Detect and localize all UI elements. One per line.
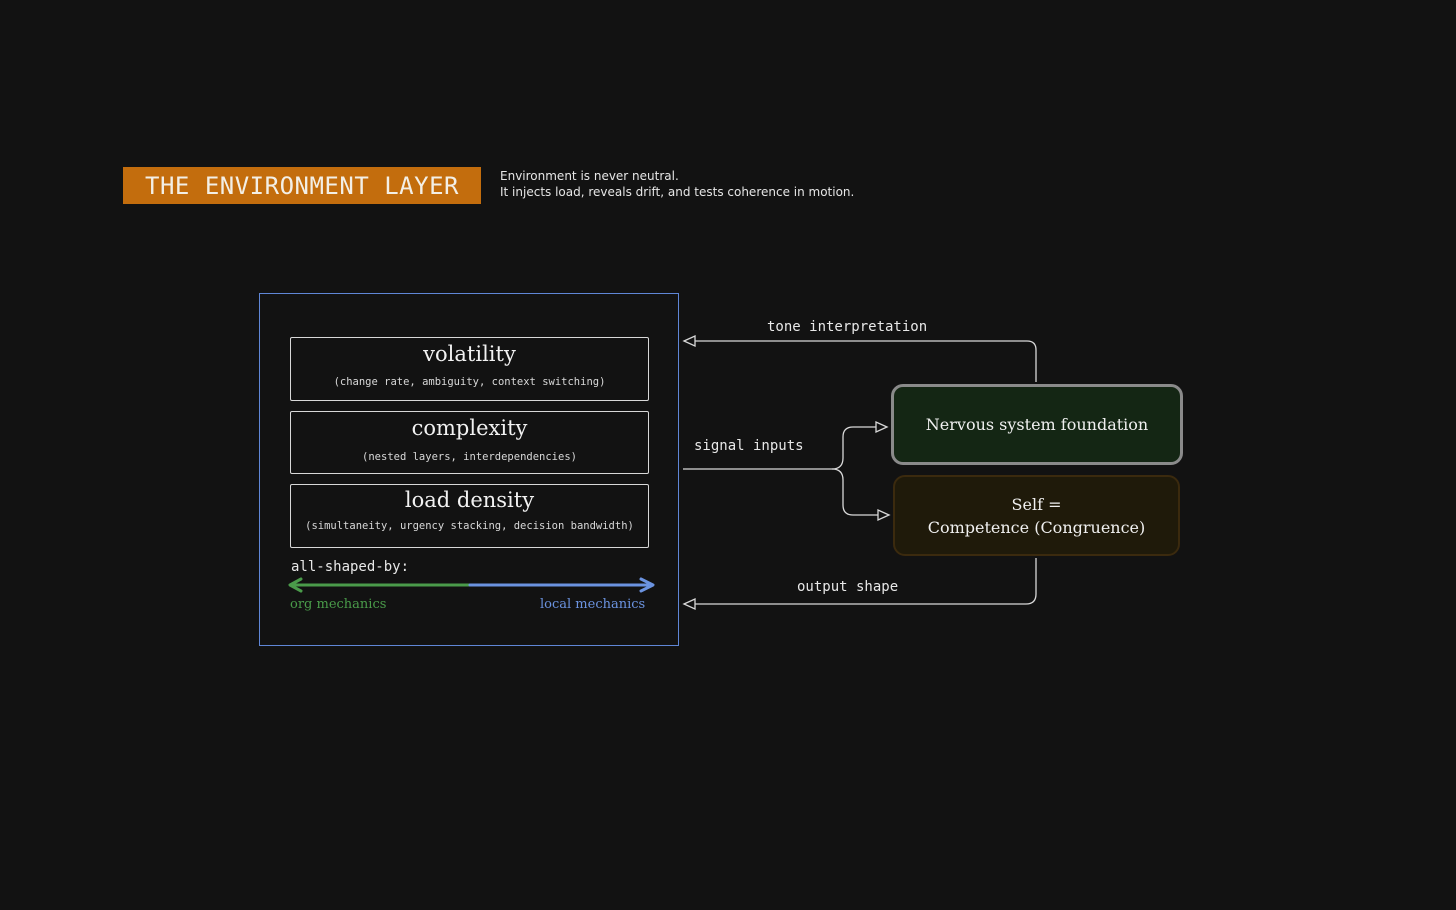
output-shape-label: output shape	[797, 579, 899, 595]
connector-lines	[682, 334, 1037, 611]
nervous-system-node: Nervous system foundation	[891, 384, 1183, 465]
tone-interpretation-label: tone interpretation	[767, 319, 928, 335]
self-node: Self = Competence (Congruence)	[893, 475, 1180, 556]
nervous-system-label: Nervous system foundation	[925, 415, 1149, 434]
signal-inputs-label: signal inputs	[694, 438, 804, 454]
self-label-line-1: Self =	[1011, 494, 1062, 514]
self-label-line-2: Competence (Congruence)	[927, 517, 1146, 537]
